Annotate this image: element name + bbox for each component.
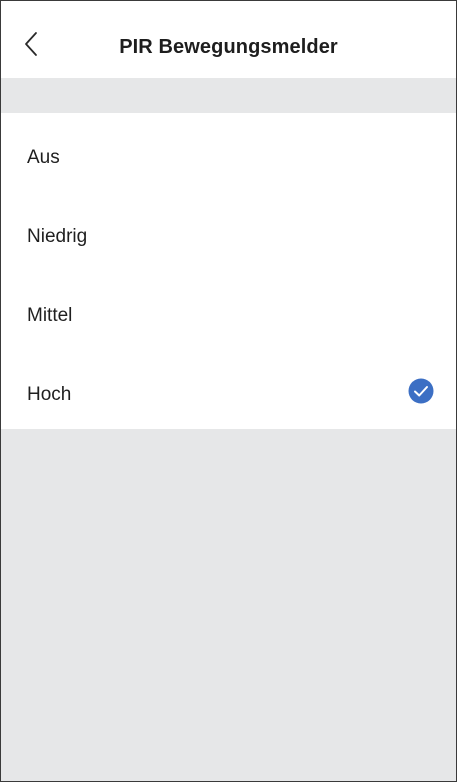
screen: PIR Bewegungsmelder Aus Niedrig Mittel H… <box>0 0 457 782</box>
option-hoch[interactable]: Hoch <box>1 350 456 429</box>
option-mittel[interactable]: Mittel <box>1 271 456 350</box>
option-aus[interactable]: Aus <box>1 113 456 192</box>
option-label: Hoch <box>27 384 72 405</box>
option-label: Niedrig <box>27 226 88 247</box>
option-label: Aus <box>27 147 60 168</box>
option-label: Mittel <box>27 305 73 326</box>
page-title: PIR Bewegungsmelder <box>119 36 338 58</box>
check-circle-icon <box>408 378 434 404</box>
section-spacer <box>1 78 456 113</box>
option-niedrig[interactable]: Niedrig <box>1 192 456 271</box>
option-list: Aus Niedrig Mittel Hoch <box>1 113 456 429</box>
header-bar: PIR Bewegungsmelder <box>1 1 456 78</box>
empty-area <box>1 429 456 781</box>
